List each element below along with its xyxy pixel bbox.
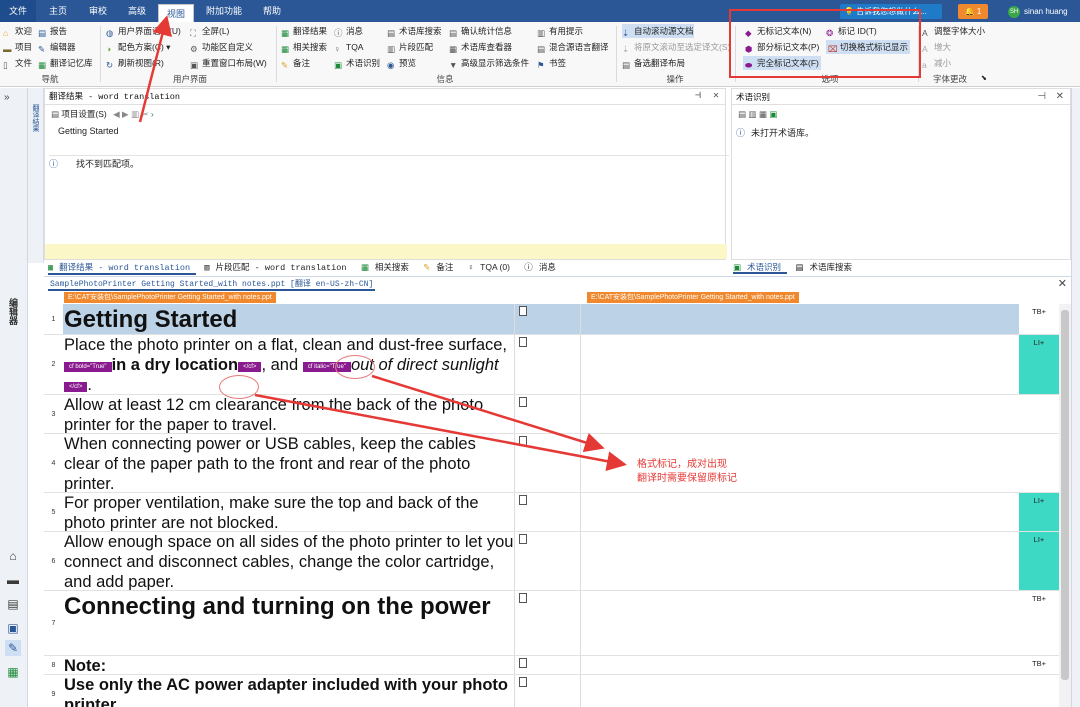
annotation-line: 格式标记，成对出现: [637, 459, 727, 470]
app-window: 文件 主页 审校 高级 视图 附加功能 帮助 💡 告诉我您想做什么... 🔔 1…: [0, 0, 1080, 707]
annotation-line: 翻译时需要保留原标记: [637, 473, 737, 484]
annotation-note: 格式标记，成对出现 翻译时需要保留原标记: [637, 458, 737, 486]
arrow-to-annotation: [371, 374, 605, 453]
annotation-arrows: [138, 15, 627, 472]
arrow-to-view-tab: [138, 15, 172, 123]
arrow-to-annotation: [254, 393, 627, 472]
